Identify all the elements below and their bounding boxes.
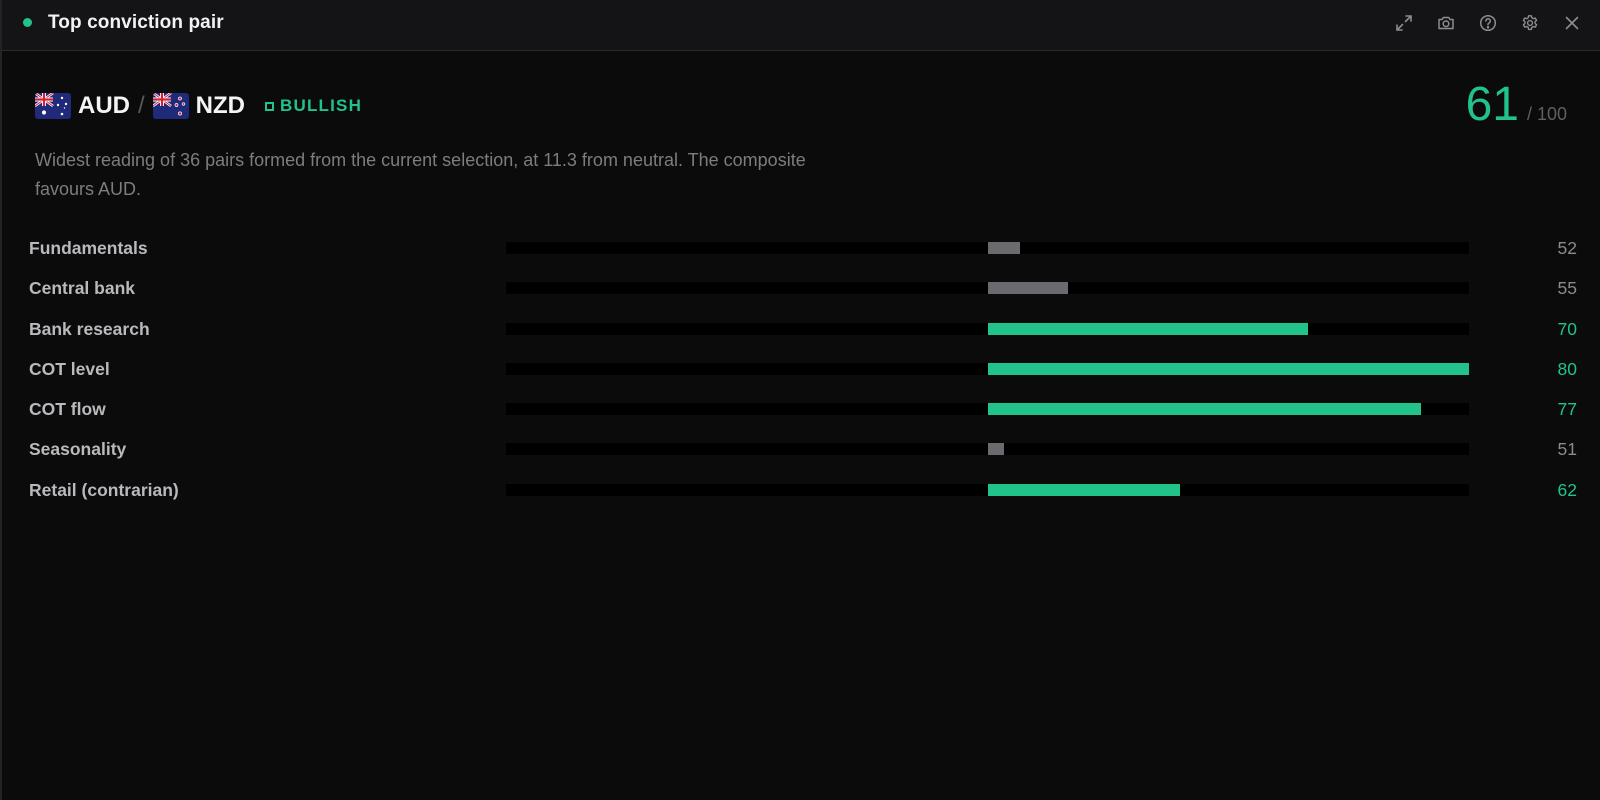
factor-label: Retail (contrarian) xyxy=(29,479,179,500)
factor-bar xyxy=(987,362,1469,375)
help-button[interactable] xyxy=(1476,11,1500,35)
summary-text: Widest reading of 36 pairs formed from t… xyxy=(35,150,806,199)
factor-track xyxy=(506,322,1469,335)
close-button[interactable] xyxy=(1560,11,1584,35)
factor-label: Central bank xyxy=(29,278,135,299)
expand-icon xyxy=(1396,15,1412,31)
screenshot-button[interactable] xyxy=(1434,11,1458,35)
factor-value: 55 xyxy=(1557,278,1577,299)
bias-label: BULLISH xyxy=(280,96,363,115)
status-dot xyxy=(23,18,32,27)
factor-track xyxy=(506,403,1469,416)
expand-button[interactable] xyxy=(1392,11,1416,35)
factor-bar xyxy=(987,403,1421,416)
bias-square-icon xyxy=(265,101,274,111)
australia-flag-icon xyxy=(35,93,71,119)
factor-row: Retail (contrarian) 62 xyxy=(29,478,1577,518)
factor-row: Central bank 55 xyxy=(29,276,1577,316)
component-bars: Fundamentals 52 Central bank 55 Bank researc… xyxy=(29,236,1577,518)
title-bar: Top conviction pair xyxy=(2,0,1600,51)
factor-value: 70 xyxy=(1557,318,1577,339)
factor-row: Bank research 70 xyxy=(29,317,1577,357)
factor-value: 51 xyxy=(1557,439,1577,460)
score-value: 61 xyxy=(1465,78,1519,131)
factor-value: 77 xyxy=(1557,399,1577,420)
factor-value: 62 xyxy=(1557,479,1577,500)
factor-row: COT flow 77 xyxy=(29,397,1577,437)
factor-label: Seasonality xyxy=(29,439,127,460)
bias-badge: BULLISH xyxy=(265,96,362,116)
factor-bar xyxy=(987,282,1068,295)
widget-panel: Top conviction pair AUD / NZD BULLISH 61… xyxy=(0,0,1600,800)
base-currency: AUD xyxy=(78,92,130,119)
camera-icon xyxy=(1438,16,1454,30)
gear-icon xyxy=(1522,15,1538,31)
factor-label: Bank research xyxy=(29,318,150,339)
settings-button[interactable] xyxy=(1518,11,1542,35)
factor-row: COT level 80 xyxy=(29,357,1577,397)
score-max: / 100 xyxy=(1526,104,1567,124)
help-icon xyxy=(1479,14,1497,32)
new-zealand-flag-icon xyxy=(152,93,189,119)
factor-row: Seasonality 51 xyxy=(29,437,1577,477)
factor-label: Fundamentals xyxy=(29,238,148,258)
factor-bar xyxy=(987,242,1020,254)
factor-value: 80 xyxy=(1557,358,1577,379)
factor-track xyxy=(506,362,1469,375)
close-icon xyxy=(1565,16,1579,30)
factor-track xyxy=(506,282,1469,295)
factor-value: 52 xyxy=(1557,238,1577,258)
quote-currency: NZD xyxy=(195,92,245,119)
pair-header: AUD / NZD BULLISH xyxy=(35,90,362,122)
pair-separator: / xyxy=(138,92,145,119)
factor-bar xyxy=(987,483,1181,496)
window-toolbar xyxy=(1392,11,1584,35)
window-title: Top conviction pair xyxy=(48,12,224,33)
factor-bar xyxy=(987,443,1004,456)
factor-track xyxy=(506,483,1469,496)
factor-row: Fundamentals 52 xyxy=(29,236,1577,276)
factor-track xyxy=(506,443,1469,456)
factor-label: COT flow xyxy=(29,399,106,420)
factor-bar xyxy=(987,322,1309,335)
factor-label: COT level xyxy=(29,358,110,379)
factor-track xyxy=(506,242,1469,254)
conviction-score: 61 / 100 xyxy=(1466,80,1567,130)
